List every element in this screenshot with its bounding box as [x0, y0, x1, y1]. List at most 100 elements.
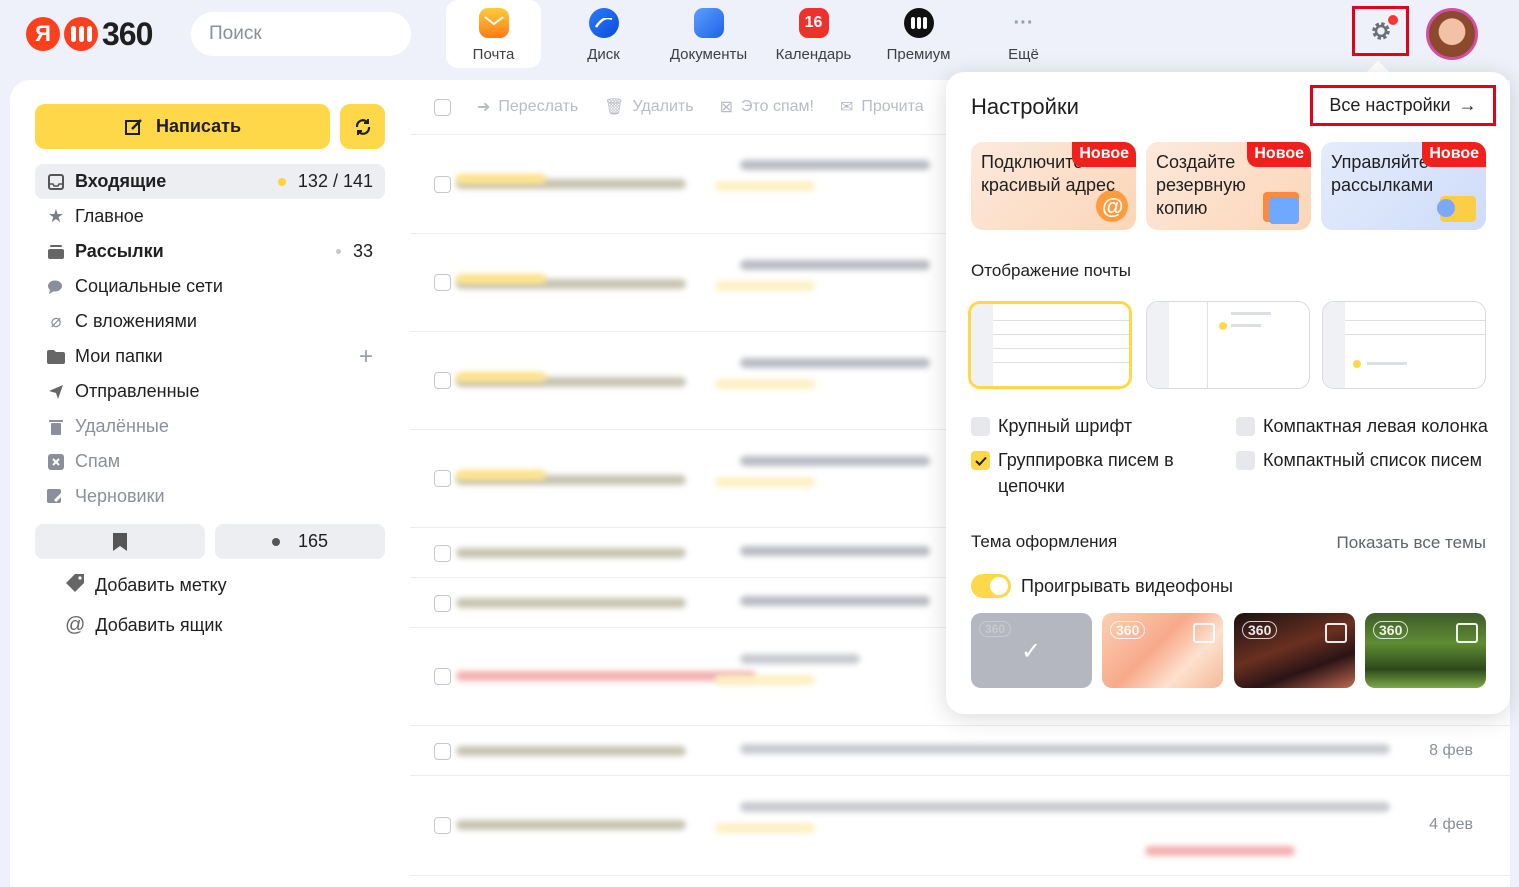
premium-icon [903, 8, 934, 38]
forward-button[interactable]: ➜ Переслать [477, 97, 578, 117]
all-settings-link[interactable]: Все настройки → [1310, 85, 1496, 126]
bookmark-icon [113, 532, 127, 551]
view-option-split-vertical[interactable] [1146, 301, 1310, 389]
folder-drafts[interactable]: Черновики [35, 479, 385, 514]
compose-button[interactable]: Написать [35, 104, 330, 149]
folder-sent[interactable]: Отправленные [35, 374, 385, 409]
newsletters-count: 33 [352, 241, 373, 261]
row-checkbox[interactable] [434, 817, 451, 834]
compact-left-checkbox[interactable] [1236, 417, 1255, 436]
option-compact-left[interactable]: Компактная левая колонка [1236, 413, 1488, 439]
user-avatar[interactable] [1426, 8, 1478, 60]
add-label-text: Добавить метку [95, 574, 227, 595]
mail-row[interactable]: 8 фев [410, 726, 1510, 776]
option-compact-list[interactable]: Компактный список писем [1236, 447, 1482, 473]
theme-grass[interactable]: 360 [1365, 613, 1486, 688]
row-checkbox[interactable] [434, 545, 451, 562]
add-label-link[interactable]: Добавить метку [65, 570, 227, 600]
mail-icon [478, 8, 509, 38]
trash-icon: 🗑 [604, 99, 625, 116]
at-icon: @ [65, 613, 86, 636]
view-option-list[interactable] [968, 301, 1132, 389]
search-box[interactable] [191, 12, 454, 56]
row-checkbox[interactable] [434, 743, 451, 760]
mail-row[interactable]: 4 фев [410, 776, 1510, 876]
display-section-title: Отображение почты [971, 261, 1131, 280]
folder-social[interactable]: Социальные сети [35, 269, 385, 304]
newsletters-icon [45, 241, 67, 263]
folder-trash[interactable]: Удалённые [35, 409, 385, 444]
view-option-split-horizontal[interactable] [1322, 301, 1486, 389]
drafts-icon [45, 486, 67, 508]
folder-icon [45, 346, 67, 368]
folder-inbox[interactable]: Входящие 132 / 141 [35, 164, 385, 199]
forward-label: Переслать [498, 98, 579, 115]
video-film-icon [1456, 623, 1478, 643]
large-font-checkbox[interactable] [971, 417, 990, 436]
search-input[interactable] [209, 23, 454, 45]
theme-default[interactable]: 360 ✓ [971, 613, 1092, 688]
folder-name: Спам [75, 451, 121, 471]
disk-icon [588, 8, 619, 38]
folder-my-folders[interactable]: Мои папки + [35, 339, 385, 374]
delete-label: Удалить [632, 98, 694, 115]
row-checkbox[interactable] [434, 372, 451, 389]
yandex-360-logo[interactable]: Я 360 [26, 16, 153, 52]
grouping-checkbox[interactable] [971, 451, 990, 470]
bookmarks-filter[interactable] [35, 524, 205, 559]
promo-card-address[interactable]: Подключите красивый адрес Новое @ [971, 142, 1136, 230]
option-large-font[interactable]: Крупный шрифт [971, 413, 1132, 439]
settings-button[interactable] [1352, 6, 1409, 56]
add-mailbox-link[interactable]: @ Добавить ящик [65, 610, 222, 640]
folder-attachments[interactable]: ⌀ С вложениями [35, 304, 385, 339]
checkmark-icon [974, 456, 987, 466]
calendar-icon: 16 [798, 8, 829, 38]
folder-newsletters[interactable]: Рассылки 33 [35, 234, 385, 269]
folder-main[interactable]: ★ Главное [35, 199, 385, 234]
row-checkbox[interactable] [434, 274, 451, 291]
theme-peach[interactable]: 360 [1102, 613, 1223, 688]
app-disk[interactable]: Диск [551, 0, 656, 68]
app-premium[interactable]: Премиум [866, 0, 971, 68]
show-all-themes-link[interactable]: Показать все темы [1337, 533, 1486, 553]
unread-filter[interactable]: 165 [215, 524, 385, 559]
app-label: Календарь [775, 46, 852, 63]
row-checkbox[interactable] [434, 668, 451, 685]
promo-card-backup[interactable]: Создайте резервную копию Новое [1146, 142, 1311, 230]
ring-logo-icon [64, 17, 98, 51]
select-all-checkbox[interactable] [434, 98, 451, 116]
option-label: Компактный список писем [1263, 450, 1482, 470]
svg-text:@: @ [1102, 194, 1123, 219]
option-grouping[interactable]: Группировка писем в цепочки [971, 447, 1196, 499]
settings-title: Настройки [971, 94, 1079, 119]
video-film-icon [1193, 623, 1215, 643]
folder-count: 33 [335, 241, 373, 262]
app-mail[interactable]: Почта [446, 0, 541, 68]
new-badge: Новое [1072, 142, 1136, 167]
spam-button[interactable]: ⊠ Это спам! [720, 97, 814, 117]
delete-button[interactable]: 🗑 Удалить [604, 97, 693, 117]
folder-spam[interactable]: Спам [35, 444, 385, 479]
theme-badge: 360 [1373, 621, 1409, 639]
mark-read-button[interactable]: ✉ Прочита [840, 97, 924, 117]
folder-list: Входящие 132 / 141 ★ Главное Рассылки 33… [35, 164, 385, 514]
app-documents[interactable]: Документы [656, 0, 761, 68]
compact-list-checkbox[interactable] [1236, 451, 1255, 470]
star-icon: ★ [47, 206, 65, 226]
app-more[interactable]: ··· Ещё [971, 0, 1076, 68]
row-checkbox[interactable] [434, 470, 451, 487]
new-badge: Новое [1247, 142, 1311, 167]
video-bg-toggle[interactable] [971, 574, 1011, 598]
add-folder-icon[interactable]: + [359, 343, 373, 371]
mail-date: 8 фев [1429, 742, 1473, 759]
row-checkbox[interactable] [434, 595, 451, 612]
unread-count: 165 [297, 531, 329, 551]
spam-icon [45, 451, 67, 473]
app-calendar[interactable]: 16 Календарь [761, 0, 866, 68]
option-label: Компактная левая колонка [1263, 416, 1488, 436]
yandex-logo-icon: Я [26, 17, 60, 51]
row-checkbox[interactable] [434, 176, 451, 193]
refresh-button[interactable] [340, 104, 385, 149]
theme-dark-red[interactable]: 360 [1234, 613, 1355, 688]
promo-card-newsletters[interactable]: Управляйте рассылками Новое [1321, 142, 1486, 230]
